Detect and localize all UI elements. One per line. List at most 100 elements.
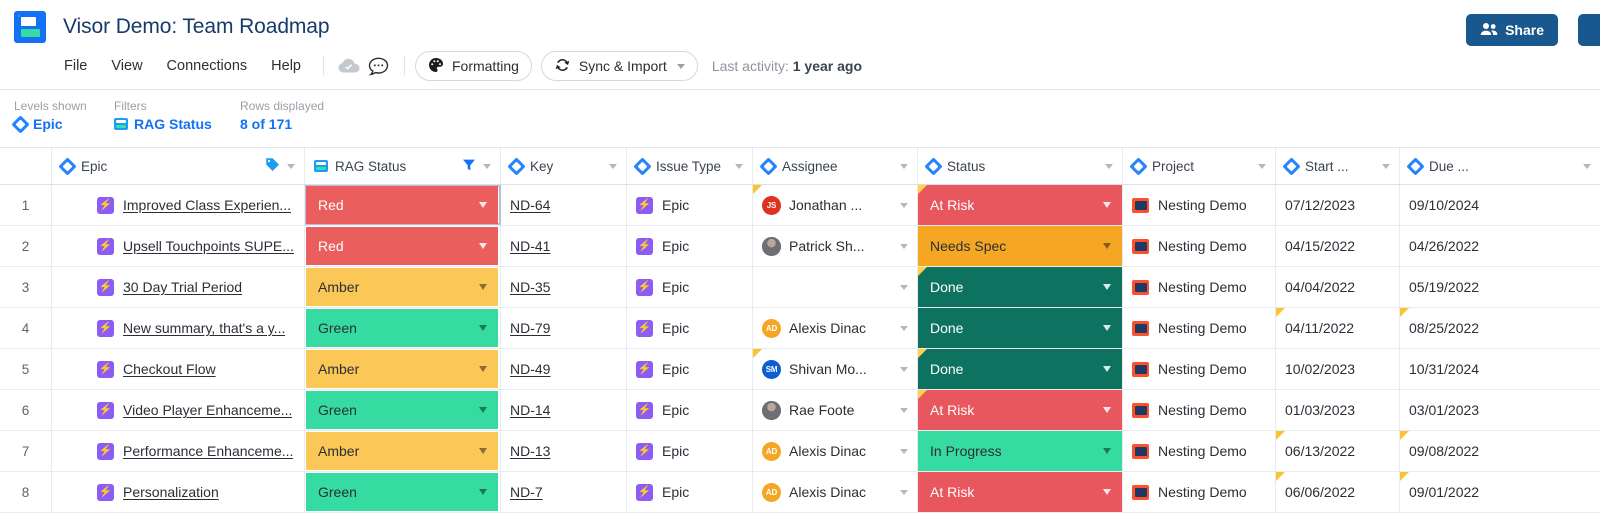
cell-epic[interactable]: ⚡ New summary, that's a y... (52, 308, 305, 348)
menu-item-file[interactable]: File (52, 53, 99, 79)
chevron-down-icon[interactable] (900, 325, 908, 331)
cell-key[interactable]: ND-49 (501, 349, 627, 389)
chevron-down-icon[interactable] (735, 163, 743, 169)
chevron-down-icon[interactable] (1103, 284, 1111, 290)
filters-value[interactable]: RAG Status (114, 116, 240, 132)
chevron-down-icon[interactable] (479, 407, 487, 413)
key-link[interactable]: ND-41 (510, 238, 550, 254)
column-header-due-date[interactable]: Due ... (1400, 148, 1600, 184)
chevron-down-icon[interactable] (1103, 202, 1111, 208)
cell-assignee[interactable]: Rae Foote (753, 390, 918, 430)
key-link[interactable]: ND-64 (510, 197, 550, 213)
cell-epic[interactable]: ⚡ Upsell Touchpoints SUPE... (52, 226, 305, 266)
chevron-down-icon[interactable] (900, 163, 908, 169)
menu-item-view[interactable]: View (99, 53, 154, 79)
comment-icon[interactable] (364, 52, 394, 80)
epic-link[interactable]: Performance Enhanceme... (123, 443, 293, 459)
epic-link[interactable]: Video Player Enhanceme... (123, 402, 292, 418)
cell-start-date[interactable]: 06/13/2022 (1276, 431, 1400, 471)
cell-start-date[interactable]: 10/02/2023 (1276, 349, 1400, 389)
column-header-issue-type[interactable]: Issue Type (627, 148, 753, 184)
cell-epic[interactable]: ⚡ Performance Enhanceme... (52, 431, 305, 471)
cell-issue-type[interactable]: ⚡ Epic (627, 349, 753, 389)
header-overflow-button[interactable] (1578, 14, 1600, 46)
cell-due-date[interactable]: 09/01/2022 (1400, 472, 1600, 512)
chevron-down-icon[interactable] (900, 284, 908, 290)
cell-rag-status[interactable]: Red (305, 185, 501, 225)
levels-shown-value[interactable]: Epic (11, 114, 114, 134)
cell-key[interactable]: ND-13 (501, 431, 627, 471)
menu-item-help[interactable]: Help (259, 53, 313, 79)
cell-rag-status[interactable]: Amber (305, 267, 501, 307)
cell-key[interactable]: ND-41 (501, 226, 627, 266)
chevron-down-icon[interactable] (676, 63, 685, 69)
cell-assignee[interactable]: AD Alexis Dinac (753, 308, 918, 348)
cell-assignee[interactable]: JS Jonathan ... (753, 185, 918, 225)
column-header-assignee[interactable]: Assignee (753, 148, 918, 184)
chevron-down-icon[interactable] (900, 243, 908, 249)
chevron-down-icon[interactable] (1103, 325, 1111, 331)
column-header-rag-status[interactable]: RAG Status (305, 148, 501, 184)
cell-assignee[interactable]: AD Alexis Dinac (753, 431, 918, 471)
cell-start-date[interactable]: 04/15/2022 (1276, 226, 1400, 266)
key-link[interactable]: ND-14 (510, 402, 550, 418)
cell-start-date[interactable]: 07/12/2023 (1276, 185, 1400, 225)
page-title[interactable]: Visor Demo: Team Roadmap (63, 15, 330, 39)
cell-status[interactable]: Needs Spec (918, 226, 1123, 266)
cell-assignee[interactable]: Patrick Sh... (753, 226, 918, 266)
cell-due-date[interactable]: 05/19/2022 (1400, 267, 1600, 307)
cell-assignee[interactable] (753, 267, 918, 307)
key-link[interactable]: ND-49 (510, 361, 550, 377)
key-link[interactable]: ND-7 (510, 484, 543, 500)
column-header-key[interactable]: Key (501, 148, 627, 184)
cell-key[interactable]: ND-14 (501, 390, 627, 430)
cell-project[interactable]: Nesting Demo (1123, 349, 1276, 389)
chevron-down-icon[interactable] (1382, 163, 1390, 169)
cell-project[interactable]: Nesting Demo (1123, 185, 1276, 225)
cell-key[interactable]: ND-79 (501, 308, 627, 348)
cell-project[interactable]: Nesting Demo (1123, 267, 1276, 307)
cell-epic[interactable]: ⚡ Video Player Enhanceme... (52, 390, 305, 430)
epic-link[interactable]: 30 Day Trial Period (123, 279, 242, 295)
cell-issue-type[interactable]: ⚡ Epic (627, 472, 753, 512)
cell-rag-status[interactable]: Green (305, 308, 501, 348)
chevron-down-icon[interactable] (479, 448, 487, 454)
chevron-down-icon[interactable] (1258, 163, 1266, 169)
cell-status[interactable]: Done (918, 267, 1123, 307)
cell-issue-type[interactable]: ⚡ Epic (627, 226, 753, 266)
chevron-down-icon[interactable] (900, 407, 908, 413)
visor-logo[interactable] (14, 11, 46, 43)
column-header-epic[interactable]: Epic (52, 148, 305, 184)
column-header-project[interactable]: Project (1123, 148, 1276, 184)
epic-link[interactable]: Improved Class Experien... (123, 197, 291, 213)
cell-project[interactable]: Nesting Demo (1123, 390, 1276, 430)
cell-project[interactable]: Nesting Demo (1123, 472, 1276, 512)
chevron-down-icon[interactable] (1103, 448, 1111, 454)
cell-epic[interactable]: ⚡ 30 Day Trial Period (52, 267, 305, 307)
cell-status[interactable]: In Progress (918, 431, 1123, 471)
chevron-down-icon[interactable] (900, 448, 908, 454)
cell-due-date[interactable]: 04/26/2022 (1400, 226, 1600, 266)
sync-import-button[interactable]: Sync & Import (540, 51, 698, 81)
cell-due-date[interactable]: 08/25/2022 (1400, 308, 1600, 348)
epic-link[interactable]: Checkout Flow (123, 361, 216, 377)
cell-rag-status[interactable]: Green (305, 472, 501, 512)
cell-due-date[interactable]: 03/01/2023 (1400, 390, 1600, 430)
chevron-down-icon[interactable] (900, 202, 908, 208)
epic-link[interactable]: New summary, that's a y... (123, 320, 285, 336)
key-link[interactable]: ND-79 (510, 320, 550, 336)
rows-displayed-value[interactable]: 8 of 171 (240, 116, 324, 132)
cell-rag-status[interactable]: Green (305, 390, 501, 430)
menu-item-connections[interactable]: Connections (155, 53, 260, 79)
cell-due-date[interactable]: 09/10/2024 (1400, 185, 1600, 225)
chevron-down-icon[interactable] (1103, 489, 1111, 495)
column-header-start-date[interactable]: Start ... (1276, 148, 1400, 184)
cell-epic[interactable]: ⚡ Personalization (52, 472, 305, 512)
cell-start-date[interactable]: 04/11/2022 (1276, 308, 1400, 348)
cell-status[interactable]: At Risk (918, 472, 1123, 512)
cell-status[interactable]: Done (918, 308, 1123, 348)
column-header-status[interactable]: Status (918, 148, 1123, 184)
cell-start-date[interactable]: 01/03/2023 (1276, 390, 1400, 430)
cell-issue-type[interactable]: ⚡ Epic (627, 185, 753, 225)
cell-project[interactable]: Nesting Demo (1123, 308, 1276, 348)
